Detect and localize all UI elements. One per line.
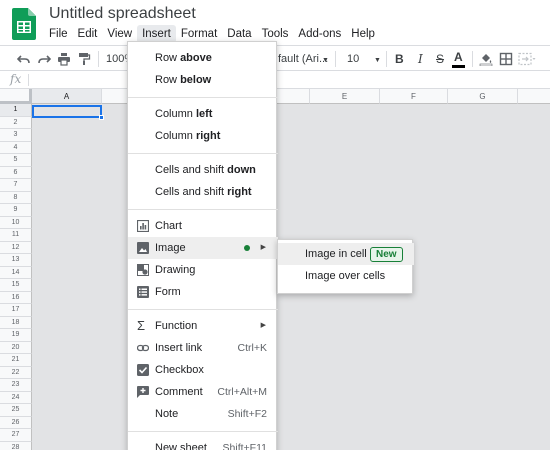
insert-link[interactable]: Insert link Ctrl+K [128, 337, 278, 359]
row-header[interactable]: 17 [0, 304, 32, 317]
form-icon [137, 286, 149, 298]
row-header[interactable]: 10 [0, 216, 32, 229]
column-header-g[interactable]: G [448, 89, 518, 104]
chart-icon [137, 220, 149, 232]
font-size-dropdown-arrow-icon[interactable]: ▼ [374, 54, 381, 68]
redo-icon[interactable] [37, 52, 51, 66]
row-header[interactable]: 1 [0, 104, 32, 117]
row-header[interactable]: 24 [0, 391, 32, 404]
note-shortcut: Shift+F2 [227, 408, 267, 420]
document-title[interactable]: Untitled spreadsheet [49, 5, 196, 23]
insert-chart[interactable]: Chart [128, 215, 278, 237]
insert-checkbox[interactable]: Checkbox [128, 359, 278, 381]
new-badge: New [370, 247, 403, 262]
text-color-button[interactable]: A [452, 50, 465, 68]
insert-row-below[interactable]: Row below [128, 69, 278, 91]
new-sheet-shortcut: Shift+F11 [222, 442, 267, 450]
fill-handle[interactable] [99, 115, 104, 120]
bold-button[interactable]: B [395, 52, 404, 66]
image-in-cell[interactable]: Image in cell New [278, 243, 414, 265]
insert-cells-shift-right[interactable]: Cells and shift right [128, 181, 278, 203]
insert-image[interactable]: Image ▶ [128, 237, 278, 259]
row-header[interactable]: 15 [0, 279, 32, 292]
menu-addons[interactable]: Add-ons [293, 25, 346, 43]
insert-new-sheet[interactable]: New sheet Shift+F11 [128, 437, 278, 450]
sigma-icon: Σ [137, 318, 146, 333]
merge-cells-icon[interactable] [518, 52, 536, 66]
column-header-a[interactable]: A [32, 89, 102, 104]
comment-icon [137, 386, 149, 398]
insert-cells-shift-down[interactable]: Cells and shift down [128, 159, 278, 181]
row-header[interactable]: 25 [0, 404, 32, 417]
row-header[interactable]: 27 [0, 429, 32, 442]
paint-format-icon[interactable] [77, 52, 91, 66]
row-header[interactable]: 9 [0, 204, 32, 217]
column-headers: A E F G [32, 89, 550, 104]
row-header[interactable]: 18 [0, 316, 32, 329]
checkbox-icon [137, 364, 149, 376]
row-header[interactable]: 11 [0, 229, 32, 242]
comment-shortcut: Ctrl+Alt+M [217, 386, 267, 398]
menu-help[interactable]: Help [346, 25, 380, 43]
drawing-icon [137, 264, 149, 276]
insert-link-shortcut: Ctrl+K [237, 342, 267, 354]
font-dropdown-arrow-icon[interactable]: ▼ [322, 54, 329, 68]
image-icon [137, 242, 149, 254]
menu-edit[interactable]: Edit [73, 25, 103, 43]
row-header[interactable]: 6 [0, 166, 32, 179]
column-header-e[interactable]: E [310, 89, 380, 104]
row-header[interactable]: 22 [0, 366, 32, 379]
link-icon [137, 344, 149, 352]
insert-column-right[interactable]: Column right [128, 125, 278, 147]
row-header[interactable]: 4 [0, 141, 32, 154]
print-icon[interactable] [57, 52, 71, 66]
row-header[interactable]: 21 [0, 354, 32, 367]
undo-icon[interactable] [17, 52, 31, 66]
new-feature-dot [244, 245, 250, 251]
submenu-arrow-icon: ▶ [260, 244, 266, 251]
row-headers: 1 2 3 4 5 6 7 8 9 10 11 12 13 14 15 16 17 18 19 20 21 22 23 24 2… [0, 104, 32, 450]
row-header[interactable]: 28 [0, 441, 32, 450]
insert-drawing[interactable]: Drawing [128, 259, 278, 281]
text-color-letter: A [454, 50, 463, 64]
row-header[interactable]: 12 [0, 241, 32, 254]
image-over-cells[interactable]: Image over cells [278, 265, 414, 287]
function-submenu-arrow-icon: ▶ [260, 322, 266, 329]
insert-function[interactable]: Σ Function ▶ [128, 315, 278, 337]
select-all-corner[interactable] [0, 89, 32, 104]
row-header[interactable]: 13 [0, 254, 32, 267]
sheets-logo-icon[interactable] [12, 8, 36, 40]
row-header[interactable]: 26 [0, 416, 32, 429]
fx-label: fx [10, 72, 22, 86]
fill-color-icon[interactable] [479, 52, 493, 66]
strikethrough-button[interactable]: S [436, 52, 444, 66]
image-submenu: Image in cell New Image over cells [277, 239, 414, 294]
row-header[interactable]: 7 [0, 179, 32, 192]
font-select[interactable]: fault (Ari... [278, 52, 328, 66]
row-header[interactable]: 16 [0, 291, 32, 304]
insert-row-above[interactable]: Row above [128, 47, 278, 69]
column-header-f[interactable]: F [380, 89, 448, 104]
row-header[interactable]: 5 [0, 154, 32, 167]
selected-cell-a1[interactable] [32, 105, 102, 118]
menu-file[interactable]: File [44, 25, 73, 43]
insert-menu: Row above Row below Column left Column r… [127, 41, 278, 450]
row-header[interactable]: 20 [0, 341, 32, 354]
row-header[interactable]: 2 [0, 116, 32, 129]
insert-form[interactable]: Form [128, 281, 278, 303]
row-header[interactable]: 23 [0, 379, 32, 392]
row-header[interactable]: 8 [0, 191, 32, 204]
borders-icon[interactable] [499, 52, 513, 66]
insert-column-left[interactable]: Column left [128, 103, 278, 125]
row-header[interactable]: 19 [0, 329, 32, 342]
italic-button[interactable]: I [418, 52, 423, 66]
row-header[interactable]: 14 [0, 266, 32, 279]
font-size-select[interactable]: 10 [347, 52, 359, 66]
insert-comment[interactable]: Comment Ctrl+Alt+M [128, 381, 278, 403]
insert-note[interactable]: Note Shift+F2 [128, 403, 278, 425]
row-header[interactable]: 3 [0, 129, 32, 142]
spreadsheet-app: Untitled spreadsheet File Edit View Inse… [0, 0, 550, 450]
text-color-swatch [452, 65, 465, 68]
column-header-h[interactable] [518, 89, 550, 104]
